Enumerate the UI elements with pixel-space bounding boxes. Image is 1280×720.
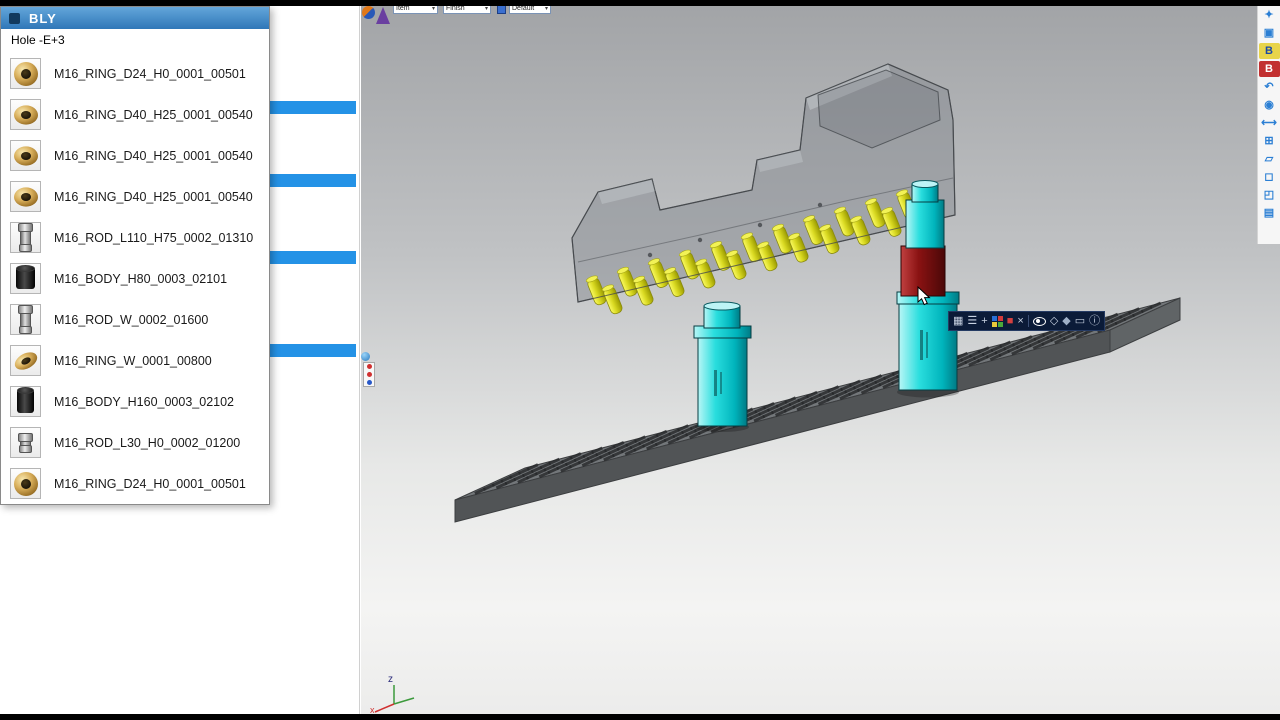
list-item[interactable]: M16_RING_D40_H25_0001_00540 [1,94,269,135]
part-label: M16_RING_D24_H0_0001_00501 [54,66,246,81]
bom-red-icon[interactable]: B [1258,61,1280,77]
ring-flat-icon [10,99,41,130]
list-item[interactable]: M16_BODY_H80_0003_02101 [1,258,269,299]
red-dot-icon [366,371,372,377]
popup-header[interactable]: BLY [1,7,269,29]
divider [1027,315,1029,327]
popup-header-icon [9,12,20,24]
bom-yellow-icon[interactable]: B [1258,43,1280,59]
blue-dot-icon [366,379,372,385]
part-label: M16_BODY_H80_0003_02101 [54,271,228,286]
marker-dots[interactable] [363,362,375,387]
marker-ball-icon[interactable] [361,352,370,361]
select-tool-icon[interactable]: ✦ [1259,7,1280,23]
open-folder-icon[interactable]: ▣ [1259,25,1280,41]
popup-title: BLY [29,10,57,26]
part-label: M16_RING_D24_H0_0001_00501 [54,476,246,491]
add-icon[interactable]: + [981,315,987,327]
rod-icon [10,222,41,253]
red-box-icon[interactable]: ■ [1007,315,1014,327]
finish-combo-value: Finish [446,5,465,12]
grid-icon[interactable]: ▦ [953,315,963,327]
copy-view-icon[interactable]: ▱ [1259,151,1280,167]
body-tall-icon [10,386,41,417]
color-set-icon[interactable] [991,315,1003,327]
part-label: M16_RING_D40_H25_0001_00540 [54,148,253,163]
close-icon[interactable]: × [1017,315,1023,327]
print-icon[interactable]: ▤ [1259,205,1280,221]
axis-z-label: z [388,674,393,685]
layer-color-icon[interactable] [497,5,506,14]
section-icon[interactable]: ◰ [1259,187,1280,203]
part-label: M16_RING_W_0001_00800 [54,353,212,368]
body-icon [10,263,41,294]
list-item[interactable]: M16_RING_W_0001_00800 [1,340,269,381]
mold-block[interactable] [571,63,956,315]
ring-icon [10,468,41,499]
list-item[interactable]: M16_RING_D40_H25_0001_00540 [1,135,269,176]
item-combo-value: Item [396,5,410,12]
measure-icon[interactable]: ⟷ [1259,115,1280,131]
light-icon[interactable]: ◉ [1259,97,1280,113]
axis-x-label: x [370,705,375,714]
clamp-left[interactable] [693,301,752,432]
list-item[interactable]: M16_BODY_H160_0003_02102 [1,381,269,422]
red-dot-icon [366,364,372,370]
list-icon[interactable]: ☰ [967,315,977,327]
view-orient-icon[interactable] [362,6,375,19]
list-item[interactable]: M16_RING_D24_H0_0001_00501 [1,463,269,502]
list-item[interactable]: M16_RING_D40_H25_0001_00540 [1,176,269,217]
wire-cube-icon[interactable]: ◇ [1050,315,1058,327]
default-combo-value: Default [512,5,535,12]
part-label: M16_RING_D40_H25_0001_00540 [54,189,253,204]
zoom-fit-icon[interactable]: ⊞ [1259,133,1280,149]
base-plate[interactable] [454,297,1181,523]
visibility-icon[interactable] [1032,316,1046,326]
part-label: M16_RING_D40_H25_0001_00540 [54,107,253,122]
list-item[interactable]: M16_ROD_W_0002_01600 [1,299,269,340]
solid-cube-icon[interactable]: ◆ [1062,315,1070,327]
part-label: M16_ROD_L110_H75_0002_01310 [54,230,254,245]
box-select-icon[interactable]: ◻ [1259,169,1280,185]
rod-icon [10,304,41,335]
bottom-letterbox [0,714,1280,720]
axis-triad: z x [370,674,415,714]
part-label: M16_ROD_L30_H0_0002_01200 [54,435,241,450]
right-toolbar: ✦ ▣ B B ↶ ◉ ⟷ ⊞ ▱ ◻ ◰ ▤ [1257,6,1280,244]
3d-scene[interactable]: z x [361,6,1280,714]
component-popup: BLY Hole -E+3 M16_RING_D24_H0_0001_00501… [0,6,270,505]
part-list: M16_RING_D24_H0_0001_00501 M16_RING_D40_H… [1,53,269,502]
part-label: M16_BODY_H160_0003_02102 [54,394,234,409]
list-item[interactable]: M16_RING_D24_H0_0001_00501 [1,53,269,94]
info-icon[interactable]: ⓘ [1089,315,1100,327]
part-label: M16_ROD_W_0002_01600 [54,312,209,327]
mini-toolbar: ▦ ☰ + ■ × ◇ ◆ ▭ ⓘ [948,311,1106,331]
rod-small-icon [10,427,41,458]
ring-flat-icon [10,181,41,212]
top-letterbox [0,0,1280,6]
undo-icon[interactable]: ↶ [1259,79,1280,95]
ring-icon [10,58,41,89]
ring-tilt-icon [10,345,41,376]
ring-flat-icon [10,140,41,171]
list-item[interactable]: M16_ROD_L110_H75_0002_01310 [1,217,269,258]
frame-icon[interactable]: ▭ [1075,315,1085,327]
list-item[interactable]: M16_ROD_L30_H0_0002_01200 [1,422,269,463]
popup-subtitle: Hole -E+3 [11,33,65,47]
clamp-red-segment [900,245,946,297]
